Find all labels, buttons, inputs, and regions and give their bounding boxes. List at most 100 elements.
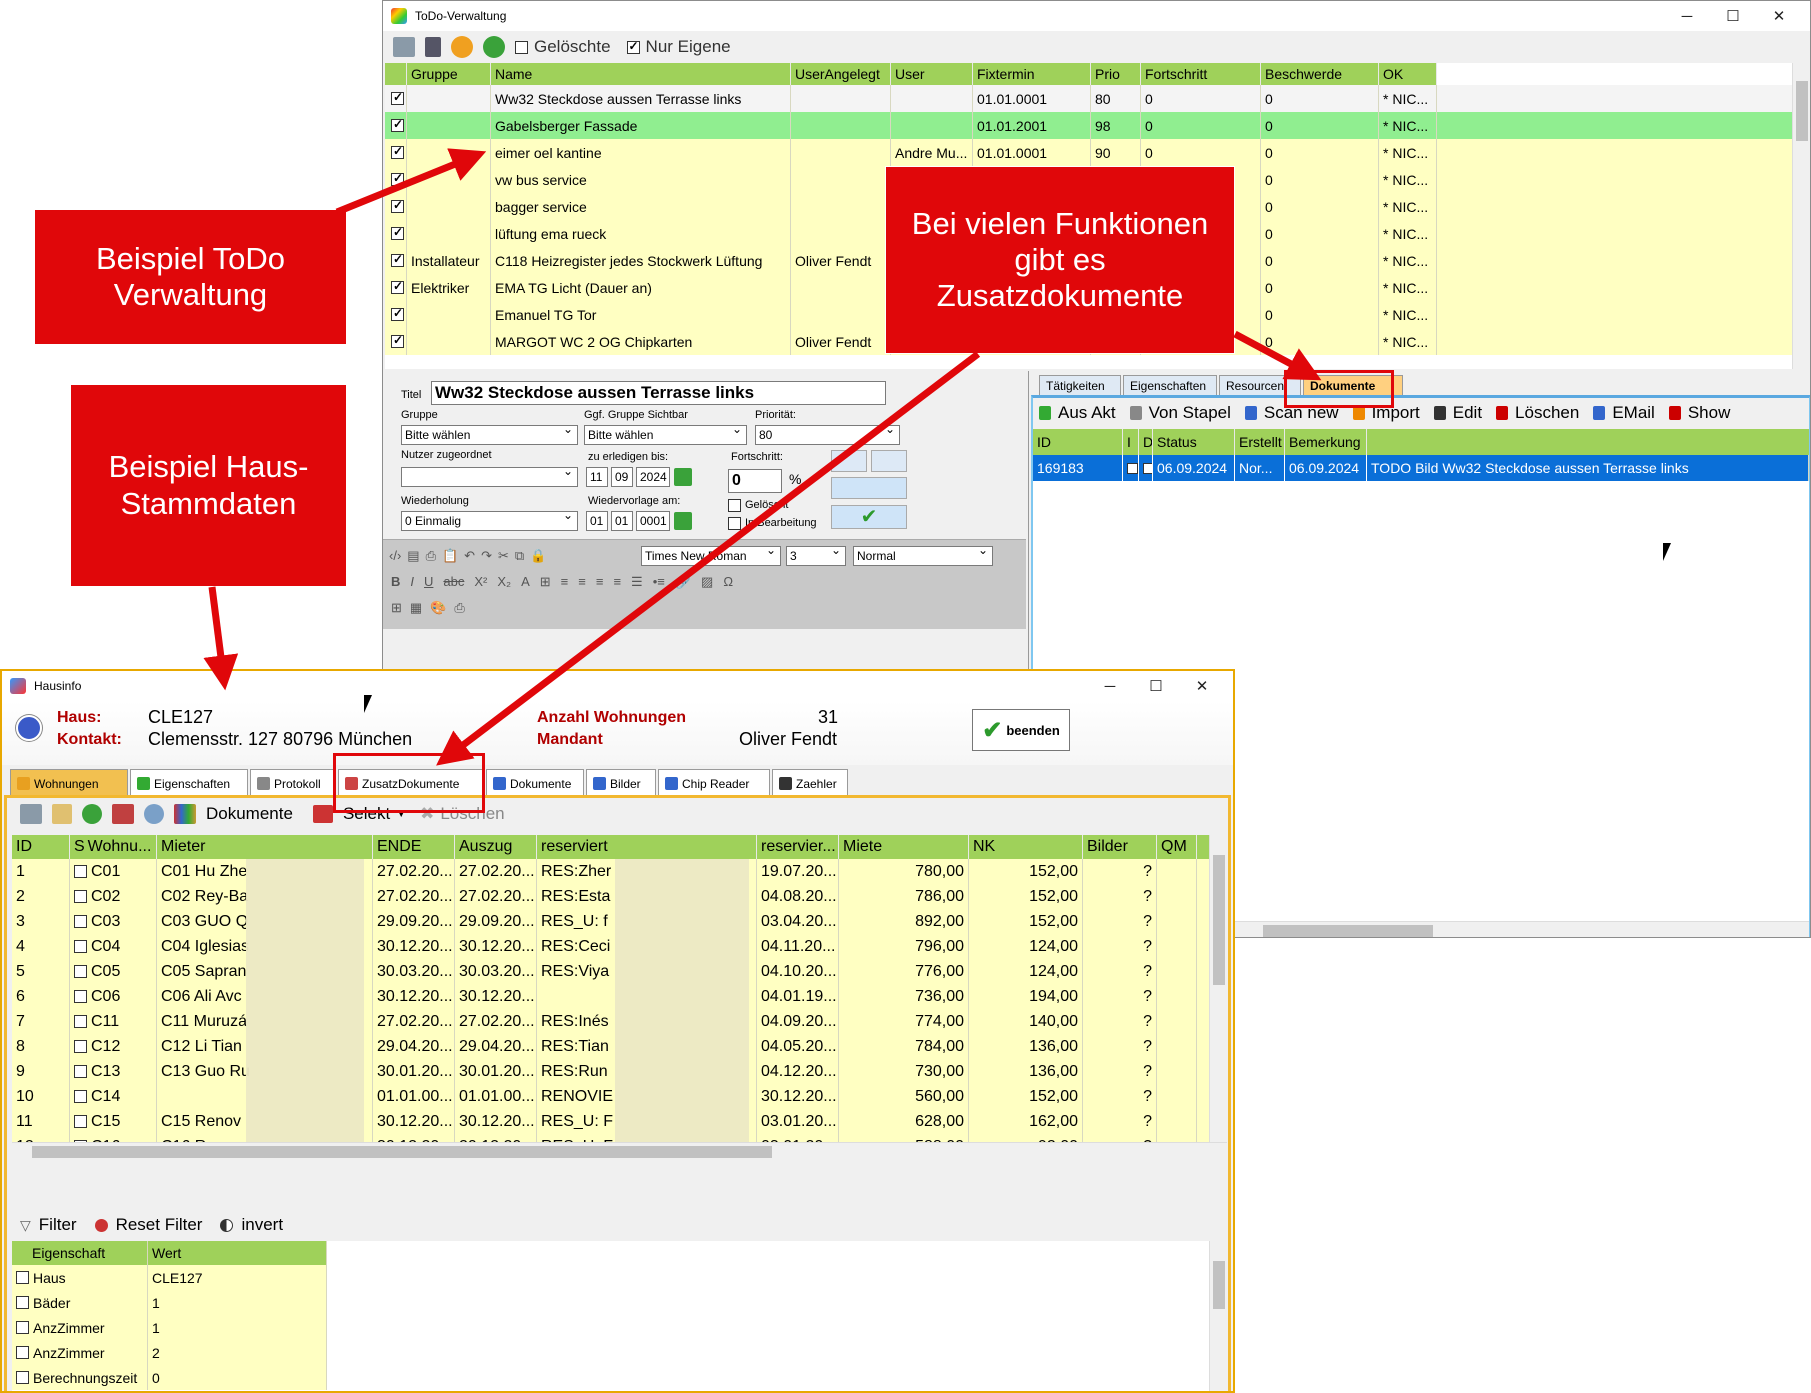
property-row[interactable]: AnzZimmer 1 — [12, 1315, 327, 1340]
gear-icon[interactable] — [82, 804, 102, 824]
bearbeitung-checkbox[interactable] — [728, 517, 741, 530]
superscript-icon[interactable]: X² — [474, 574, 487, 590]
gruppe-select[interactable]: Bitte wählen — [401, 422, 578, 445]
printer-icon[interactable]: ⎙ — [454, 600, 464, 616]
row-checkbox[interactable] — [74, 890, 87, 903]
row-checkbox[interactable] — [74, 990, 87, 1003]
tab-bilder[interactable]: Bilder — [586, 769, 656, 797]
wohnungen-col-header[interactable]: Miete — [839, 835, 969, 859]
doc-stack-button[interactable]: Von Stapel — [1129, 403, 1231, 423]
row-checkbox[interactable] — [16, 1296, 29, 1309]
wohnungen-col-header[interactable]: Mieter — [157, 835, 373, 859]
redo-icon[interactable]: ↷ — [481, 548, 492, 564]
row-checkbox[interactable] — [16, 1371, 29, 1384]
own-only-checkbox[interactable] — [626, 39, 640, 54]
todo-col-header[interactable]: Fortschritt — [1141, 63, 1261, 85]
align-center-icon[interactable]: ≡ — [578, 574, 586, 590]
invert-icon[interactable] — [220, 1218, 234, 1232]
trash-button[interactable] — [871, 450, 907, 472]
property-row[interactable]: Haus CLE127 — [12, 1265, 327, 1290]
maximize-icon[interactable]: ☐ — [1133, 671, 1179, 701]
invert-button[interactable]: invert — [241, 1215, 283, 1235]
size-select[interactable]: 3 — [786, 543, 846, 566]
row-checkbox[interactable] — [391, 171, 404, 186]
font-color-icon[interactable]: A — [521, 574, 530, 590]
row-checkbox[interactable] — [74, 1015, 87, 1028]
beenden-button[interactable]: ✔ beenden — [972, 709, 1070, 751]
doc-delete-button[interactable]: Löschen — [1496, 403, 1579, 423]
wiedervorlage-month[interactable]: 01 — [611, 511, 633, 531]
property-row[interactable]: Berechnungszeit 0 — [12, 1365, 327, 1390]
wohnungen-vscrollbar[interactable] — [1209, 835, 1227, 1142]
doc-plus-button[interactable]: Aus Akt — [1039, 403, 1116, 423]
todo-col-header[interactable]: Gruppe — [407, 63, 491, 85]
sichtbar-select[interactable]: Bitte wählen — [584, 422, 747, 445]
wiedervorlage-day[interactable]: 01 — [586, 511, 608, 531]
row-checkbox[interactable] — [74, 965, 87, 978]
tab-eigenschaften[interactable]: Eigenschaften — [130, 769, 248, 797]
doc-col-header[interactable]: ID — [1033, 429, 1123, 455]
tab-chip reader[interactable]: Chip Reader — [658, 769, 770, 797]
wohnungen-col-header[interactable]: reserviert — [537, 835, 757, 859]
res-icon[interactable] — [112, 804, 134, 824]
erledigen-day[interactable]: 11 — [586, 467, 608, 487]
edit-icon[interactable] — [52, 804, 72, 824]
row-checkbox[interactable] — [391, 198, 404, 213]
image-icon[interactable]: ▨ — [701, 574, 713, 590]
row-checkbox[interactable] — [74, 865, 87, 878]
todo-row[interactable]: Ww32 Steckdose aussen Terrasse links 01.0… — [385, 85, 1810, 112]
row-checkbox[interactable] — [391, 252, 404, 267]
reset-filter-button[interactable]: Reset Filter — [116, 1215, 203, 1235]
doc-col-header[interactable]: Datum — [1139, 429, 1153, 455]
minimize-icon[interactable]: ─ — [1664, 1, 1710, 31]
todo-row[interactable]: Gabelsberger Fassade01.01.20019800* NIC.… — [385, 112, 1810, 139]
list-icon[interactable]: ☰ — [631, 574, 643, 590]
doc-col-header[interactable]: Erstellt — [1235, 429, 1285, 455]
row-checkbox[interactable] — [391, 333, 404, 348]
style-select[interactable]: Normal — [853, 543, 993, 566]
row-checkbox[interactable] — [74, 1040, 87, 1053]
row-checkbox[interactable] — [16, 1321, 29, 1334]
row-checkbox[interactable] — [391, 306, 404, 321]
doc-show-button[interactable]: Show — [1668, 403, 1730, 423]
deleted-checkbox[interactable] — [515, 40, 528, 54]
doc-edit-button[interactable]: Edit — [1433, 403, 1482, 423]
nutzer-select[interactable] — [401, 464, 578, 487]
wohnungen-col-header[interactable]: QM — [1157, 835, 1197, 859]
palette-icon[interactable]: 🎨 — [430, 600, 446, 616]
todo-col-header[interactable]: Prio — [1091, 63, 1141, 85]
todo-row[interactable]: eimer oel kantine Andre Mu...01.01.000190… — [385, 139, 1810, 166]
wohnungen-col-header[interactable]: S Wohnu... — [70, 835, 157, 859]
close-icon[interactable]: ✕ — [1756, 1, 1802, 31]
row-checkbox[interactable] — [16, 1346, 29, 1359]
tab-wohnungen[interactable]: Wohnungen — [10, 769, 128, 797]
prio-select[interactable]: 80 — [755, 422, 900, 445]
erledigen-year[interactable]: 2024 — [636, 467, 670, 487]
database-add-icon[interactable] — [20, 804, 42, 824]
row-checkbox[interactable] — [391, 90, 404, 105]
fortschritt-field[interactable]: 0 — [728, 469, 782, 493]
todo-col-header[interactable]: Beschwerde — [1261, 63, 1379, 85]
row-checkbox[interactable] — [74, 1115, 87, 1128]
reset-filter-icon[interactable] — [94, 1218, 108, 1232]
todo-grid-scrollbar[interactable] — [1792, 63, 1810, 369]
wohnungen-col-header[interactable]: NK — [969, 835, 1083, 859]
strike-icon[interactable]: abc — [443, 574, 464, 590]
property-row[interactable]: AnzZimmer 2 — [12, 1340, 327, 1365]
row-checkbox[interactable] — [74, 1090, 87, 1103]
wohnungen-col-header[interactable]: ENDE — [373, 835, 455, 859]
todo-col-header[interactable]: User — [891, 63, 973, 85]
properties-vscrollbar[interactable] — [1209, 1241, 1227, 1391]
align-right-icon[interactable]: ≡ — [596, 574, 604, 590]
geloescht-checkbox[interactable] — [728, 499, 741, 512]
todo-col-header[interactable]: Name — [491, 63, 791, 85]
todo-col-header[interactable]: UserAngelegt — [791, 63, 891, 85]
page-icon[interactable]: ▤ — [407, 548, 419, 564]
source-icon[interactable]: ‹/› — [389, 548, 401, 564]
row-checkbox[interactable] — [74, 940, 87, 953]
wohnungen-hscrollbar[interactable] — [12, 1142, 1227, 1160]
paste-icon[interactable]: 📋 — [442, 548, 458, 564]
filter-button[interactable]: Filter — [39, 1215, 77, 1235]
tab-dokumente[interactable]: Dokumente — [486, 769, 584, 797]
subscript-icon[interactable]: X₂ — [497, 574, 511, 590]
